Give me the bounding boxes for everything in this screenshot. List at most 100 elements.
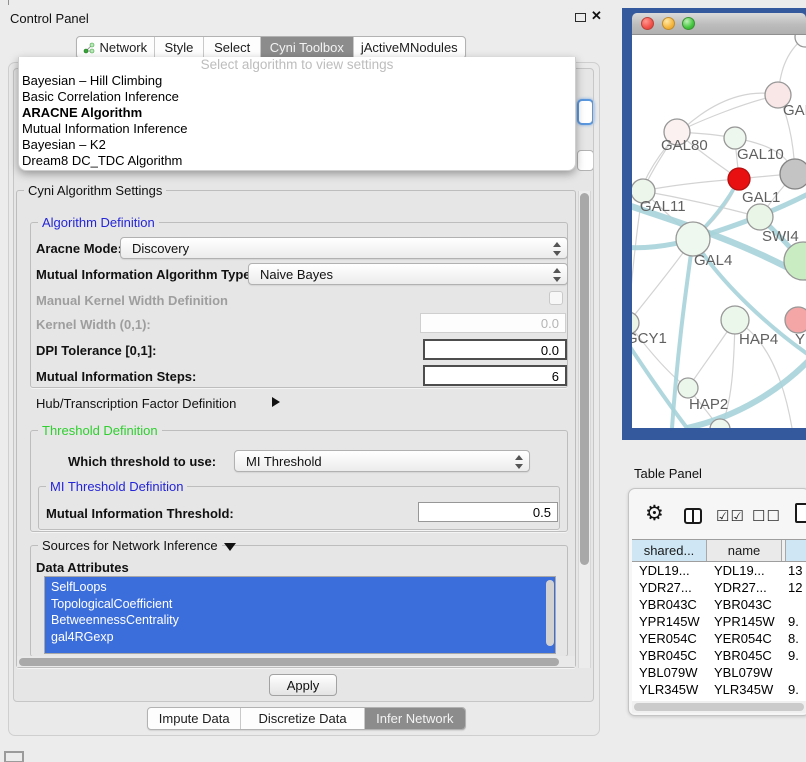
tab-label: Cyni Toolbox — [270, 37, 344, 58]
tab-jactivemnodules[interactable]: jActiveMNodules — [354, 37, 465, 58]
network-node[interactable] — [785, 307, 806, 333]
dropdown-item[interactable]: ARACNE Algorithm — [19, 105, 575, 121]
table-row[interactable]: YLR345WYLR345W9. — [632, 681, 806, 698]
dropdown-item[interactable]: Bayesian – Hill Climbing — [19, 73, 575, 89]
table-row[interactable]: YPR145WYPR145W9. — [632, 613, 806, 630]
cell-name: YBR045C — [707, 647, 786, 664]
column-header-partial[interactable] — [786, 540, 806, 561]
top-edge-tick — [8, 0, 9, 5]
mi-algorithm-type-combo[interactable]: Naive Bayes — [248, 263, 568, 285]
cell-name: YBL079W — [707, 664, 786, 681]
network-node[interactable] — [721, 306, 749, 334]
table-row[interactable]: YBR045CYBR045C9. — [632, 647, 806, 664]
cell-value: 8. — [786, 630, 806, 647]
dropdown-item[interactable]: Mutual Information Inference — [19, 121, 575, 137]
mi-algorithm-type-label: Mutual Information Algorithm Type: — [36, 267, 255, 282]
tab-select[interactable]: Select — [204, 37, 261, 58]
network-canvas[interactable]: GAL80 GAL10 GAL1 GAL11 GAL4 SWI4 GCY1 HA… — [632, 35, 806, 428]
node-label: HAP2 — [689, 396, 728, 413]
tab-infer-network[interactable]: Infer Network — [365, 708, 465, 729]
mi-threshold-field[interactable]: 0.5 — [418, 502, 558, 522]
settings-scrollbar-horizontal-thumb[interactable] — [19, 658, 559, 666]
network-node[interactable] — [678, 378, 698, 398]
algorithm-definition-title: Algorithm Definition — [38, 215, 159, 230]
cell-shared-name: YPR145W — [632, 613, 707, 630]
network-node[interactable] — [780, 159, 806, 189]
data-attributes-label: Data Attributes — [36, 560, 129, 575]
gear-icon[interactable]: ⚙ — [645, 501, 664, 527]
mi-threshold-definition-title: MI Threshold Definition — [46, 479, 187, 494]
cyni-algorithm-settings-title: Cyni Algorithm Settings — [24, 183, 166, 198]
cell-name: YDR27... — [707, 579, 786, 596]
which-threshold-value: MI Threshold — [246, 454, 322, 469]
expand-arrow-icon[interactable] — [272, 397, 280, 407]
dpi-tolerance-field[interactable]: 0.0 — [423, 339, 567, 360]
list-item[interactable]: TopologicalCoefficient — [45, 596, 555, 613]
tab-label: Style — [165, 37, 194, 58]
tab-cyni-toolbox[interactable]: Cyni Toolbox — [261, 37, 354, 58]
cell-name: YBR043C — [707, 596, 786, 613]
list-item[interactable]: BetweennessCentrality — [45, 612, 555, 629]
kernel-width-field[interactable]: 0.0 — [420, 313, 566, 333]
mi-steps-label: Mutual Information Steps: — [36, 369, 196, 384]
network-window-titlebar[interactable] — [632, 13, 806, 35]
cell-shared-name: YLR345W — [632, 681, 707, 698]
apply-button[interactable]: Apply — [269, 674, 337, 696]
data-attributes-list[interactable]: SelfLoops TopologicalCoefficient Between… — [44, 576, 556, 654]
settings-scrollbar-vertical-thumb[interactable] — [580, 193, 589, 565]
table-row[interactable]: YBR043CYBR043C — [632, 596, 806, 613]
node-label: Y — [795, 331, 805, 348]
tab-impute-data[interactable]: Impute Data — [148, 708, 241, 729]
dropdown-item[interactable]: Bayesian – K2 — [19, 137, 575, 153]
network-highlight-edges — [632, 179, 806, 428]
document-icon[interactable] — [795, 503, 806, 523]
threshold-definition-title: Threshold Definition — [38, 423, 162, 438]
tab-network[interactable]: Network — [77, 37, 155, 58]
which-threshold-combo[interactable]: MI Threshold — [234, 450, 530, 472]
tab-style[interactable]: Style — [155, 37, 205, 58]
table-row[interactable]: YDR27...YDR27...12 — [632, 579, 806, 596]
dropdown-item[interactable]: Basic Correlation Inference — [19, 89, 575, 105]
collapsed-panel-icon[interactable] — [4, 751, 24, 762]
cell-value: 13 — [786, 562, 806, 579]
aracne-mode-combo[interactable]: Discovery — [120, 237, 568, 259]
manual-kernel-width-checkbox[interactable] — [549, 291, 563, 305]
list-scrollbar-thumb[interactable] — [546, 580, 554, 646]
cell-name: YLR345W — [707, 681, 786, 698]
combo-spinner-icon — [514, 454, 523, 470]
list-item[interactable]: SelfLoops — [45, 579, 555, 596]
network-node[interactable] — [676, 222, 710, 256]
list-item[interactable]: gal4RGexp — [45, 629, 555, 646]
tab-discretize-data[interactable]: Discretize Data — [241, 708, 364, 729]
collapse-arrow-icon[interactable] — [224, 543, 236, 551]
window-minimize-button[interactable] — [662, 17, 675, 30]
column-header-shared-name[interactable]: shared... — [632, 540, 707, 561]
close-panel-icon[interactable]: ✕ — [591, 8, 602, 24]
aracne-mode-label: Aracne Mode: — [36, 241, 122, 256]
window-close-button[interactable] — [641, 17, 654, 30]
network-node[interactable] — [747, 204, 773, 230]
float-panel-icon[interactable] — [575, 13, 586, 22]
hub-definition-label[interactable]: Hub/Transcription Factor Definition — [36, 396, 236, 411]
cell-name: YPR145W — [707, 613, 786, 630]
table-scrollbar-horizontal-thumb[interactable] — [634, 703, 804, 711]
table-row[interactable]: YBL079WYBL079W — [632, 664, 806, 681]
split-columns-icon[interactable] — [684, 508, 702, 524]
table-row[interactable]: YER054CYER054C8. — [632, 630, 806, 647]
tab-label: Select — [214, 37, 250, 58]
table-row[interactable]: YDL19...YDL19...13 — [632, 562, 806, 579]
mi-threshold-label: Mutual Information Threshold: — [46, 506, 234, 521]
network-node[interactable] — [728, 168, 750, 190]
sources-title[interactable]: Sources for Network Inference — [38, 538, 222, 553]
dropdown-item[interactable]: Dream8 DC_TDC Algorithm — [19, 153, 575, 169]
checked-pair-icon[interactable]: ☑☑ — [716, 507, 745, 525]
mi-steps-field[interactable]: 6 — [423, 365, 567, 386]
network-tab-icon — [83, 42, 95, 54]
column-header-name[interactable]: name — [707, 540, 782, 561]
bottom-tabbar: Impute Data Discretize Data Infer Networ… — [147, 707, 466, 730]
unchecked-pair-icon[interactable]: ☐☐ — [752, 507, 781, 525]
algorithm-dropdown[interactable]: Select algorithm to view settings Bayesi… — [18, 57, 576, 171]
window-zoom-button[interactable] — [682, 17, 695, 30]
node-label: GAL — [783, 102, 806, 119]
cell-shared-name: YBL079W — [632, 664, 707, 681]
